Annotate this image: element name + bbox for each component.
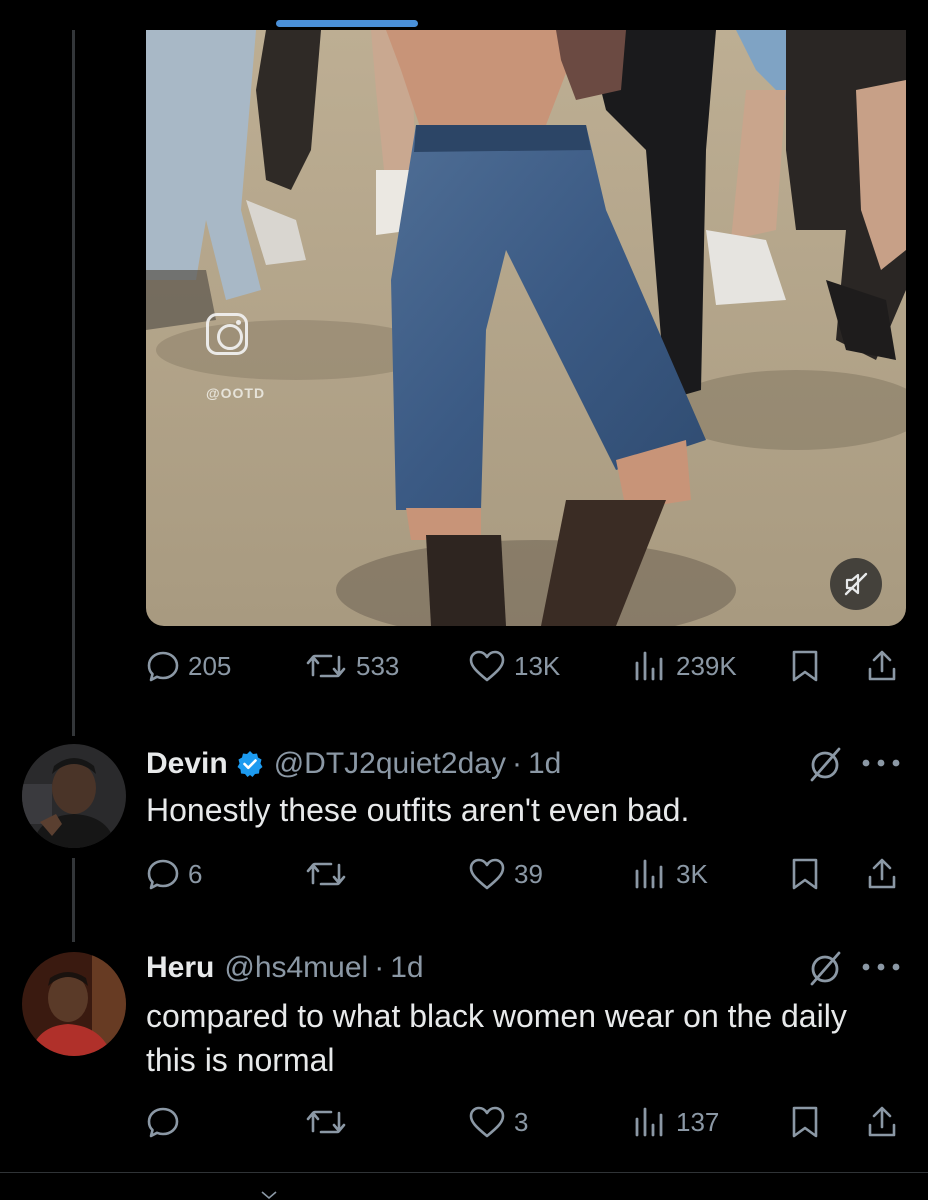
views-count: 137	[676, 1106, 720, 1137]
repost-button[interactable]: 533	[304, 646, 399, 686]
bookmark-button[interactable]	[790, 646, 820, 686]
chevron-icon	[261, 1191, 277, 1200]
views-button[interactable]: 137	[632, 1102, 719, 1142]
avatar-image	[22, 744, 126, 848]
like-count: 3	[514, 1106, 529, 1137]
reply-header: Devin @DTJ2quiet2day · 1d	[146, 744, 561, 784]
reply-header: Heru @hs4muel · 1d	[146, 948, 424, 988]
reply-post[interactable]: Heru @hs4muel · 1d compared to what blac…	[0, 948, 928, 1148]
reply-action-bar: 6 39 3K	[146, 854, 906, 894]
reply-button[interactable]: 6	[146, 854, 202, 894]
reply-icon	[147, 651, 179, 682]
separator: ·	[511, 747, 522, 780]
like-count: 39	[514, 858, 543, 889]
like-button[interactable]: 3	[468, 1102, 528, 1142]
author-name[interactable]: Heru	[146, 951, 214, 985]
share-button[interactable]	[866, 854, 898, 894]
reply-count: 6	[188, 858, 203, 889]
mute-button[interactable]	[830, 558, 882, 610]
reply-text: compared to what black women wear on the…	[146, 998, 847, 1078]
share-icon	[868, 650, 896, 681]
reply-button[interactable]	[146, 1102, 188, 1142]
views-icon	[635, 1107, 663, 1137]
reply-count: 205	[188, 650, 232, 681]
author-handle[interactable]: @hs4muel	[224, 951, 368, 985]
scroll-indicator	[276, 20, 418, 27]
more-options-icon[interactable]	[860, 962, 902, 972]
video-watermark: @OOTD	[206, 385, 266, 401]
post-video[interactable]: @OOTD	[146, 30, 906, 626]
repost-icon	[306, 862, 346, 886]
like-count: 13K	[514, 650, 561, 681]
share-button[interactable]	[866, 1102, 898, 1142]
bookmark-icon	[792, 650, 818, 682]
bookmark-icon	[792, 1106, 818, 1138]
reply-action-bar: 3 137	[146, 1102, 906, 1142]
reply-icon	[147, 1107, 179, 1138]
more-options-icon[interactable]	[860, 758, 902, 768]
video-frame	[146, 30, 906, 626]
heart-icon	[469, 650, 505, 682]
bookmark-button[interactable]	[790, 1102, 820, 1142]
timestamp[interactable]: 1d	[390, 951, 423, 985]
reply-icon	[147, 859, 179, 890]
author-name[interactable]: Devin	[146, 747, 228, 781]
bookmark-icon	[792, 858, 818, 890]
avatar[interactable]	[22, 952, 126, 1056]
views-button[interactable]: 239K	[632, 646, 737, 686]
bookmark-button[interactable]	[790, 854, 820, 894]
reply-button[interactable]: 205	[146, 646, 231, 686]
views-count: 239K	[676, 650, 737, 681]
views-icon	[635, 859, 663, 889]
repost-icon	[306, 1110, 346, 1134]
verified-badge-icon	[236, 750, 264, 778]
divider	[0, 1172, 928, 1173]
author-handle[interactable]: @DTJ2quiet2day	[274, 747, 506, 781]
like-button[interactable]: 13K	[468, 646, 560, 686]
repost-button[interactable]	[304, 1102, 356, 1142]
views-icon	[635, 651, 663, 681]
grok-icon[interactable]	[806, 744, 844, 784]
separator: ·	[374, 951, 385, 984]
heart-icon	[469, 1106, 505, 1138]
share-icon	[868, 858, 896, 889]
avatar[interactable]	[22, 744, 126, 848]
views-button[interactable]: 3K	[632, 854, 708, 894]
share-icon	[868, 1106, 896, 1137]
timestamp[interactable]: 1d	[528, 747, 561, 781]
like-button[interactable]: 39	[468, 854, 543, 894]
reply-post[interactable]: Devin @DTJ2quiet2day · 1d Honestly these…	[0, 744, 928, 904]
views-count: 3K	[676, 858, 708, 889]
repost-button[interactable]	[304, 854, 356, 894]
repost-icon	[306, 654, 346, 678]
thread-line	[72, 30, 75, 736]
heart-icon	[469, 858, 505, 890]
mute-icon	[844, 572, 868, 596]
reply-text: Honestly these outfits aren't even bad.	[146, 792, 690, 828]
grok-icon[interactable]	[806, 948, 844, 988]
avatar-image	[22, 952, 126, 1056]
post-action-bar: 205 533 13K 239K	[146, 646, 906, 686]
share-button[interactable]	[866, 646, 898, 686]
repost-count: 533	[356, 650, 400, 681]
instagram-icon	[206, 313, 248, 355]
